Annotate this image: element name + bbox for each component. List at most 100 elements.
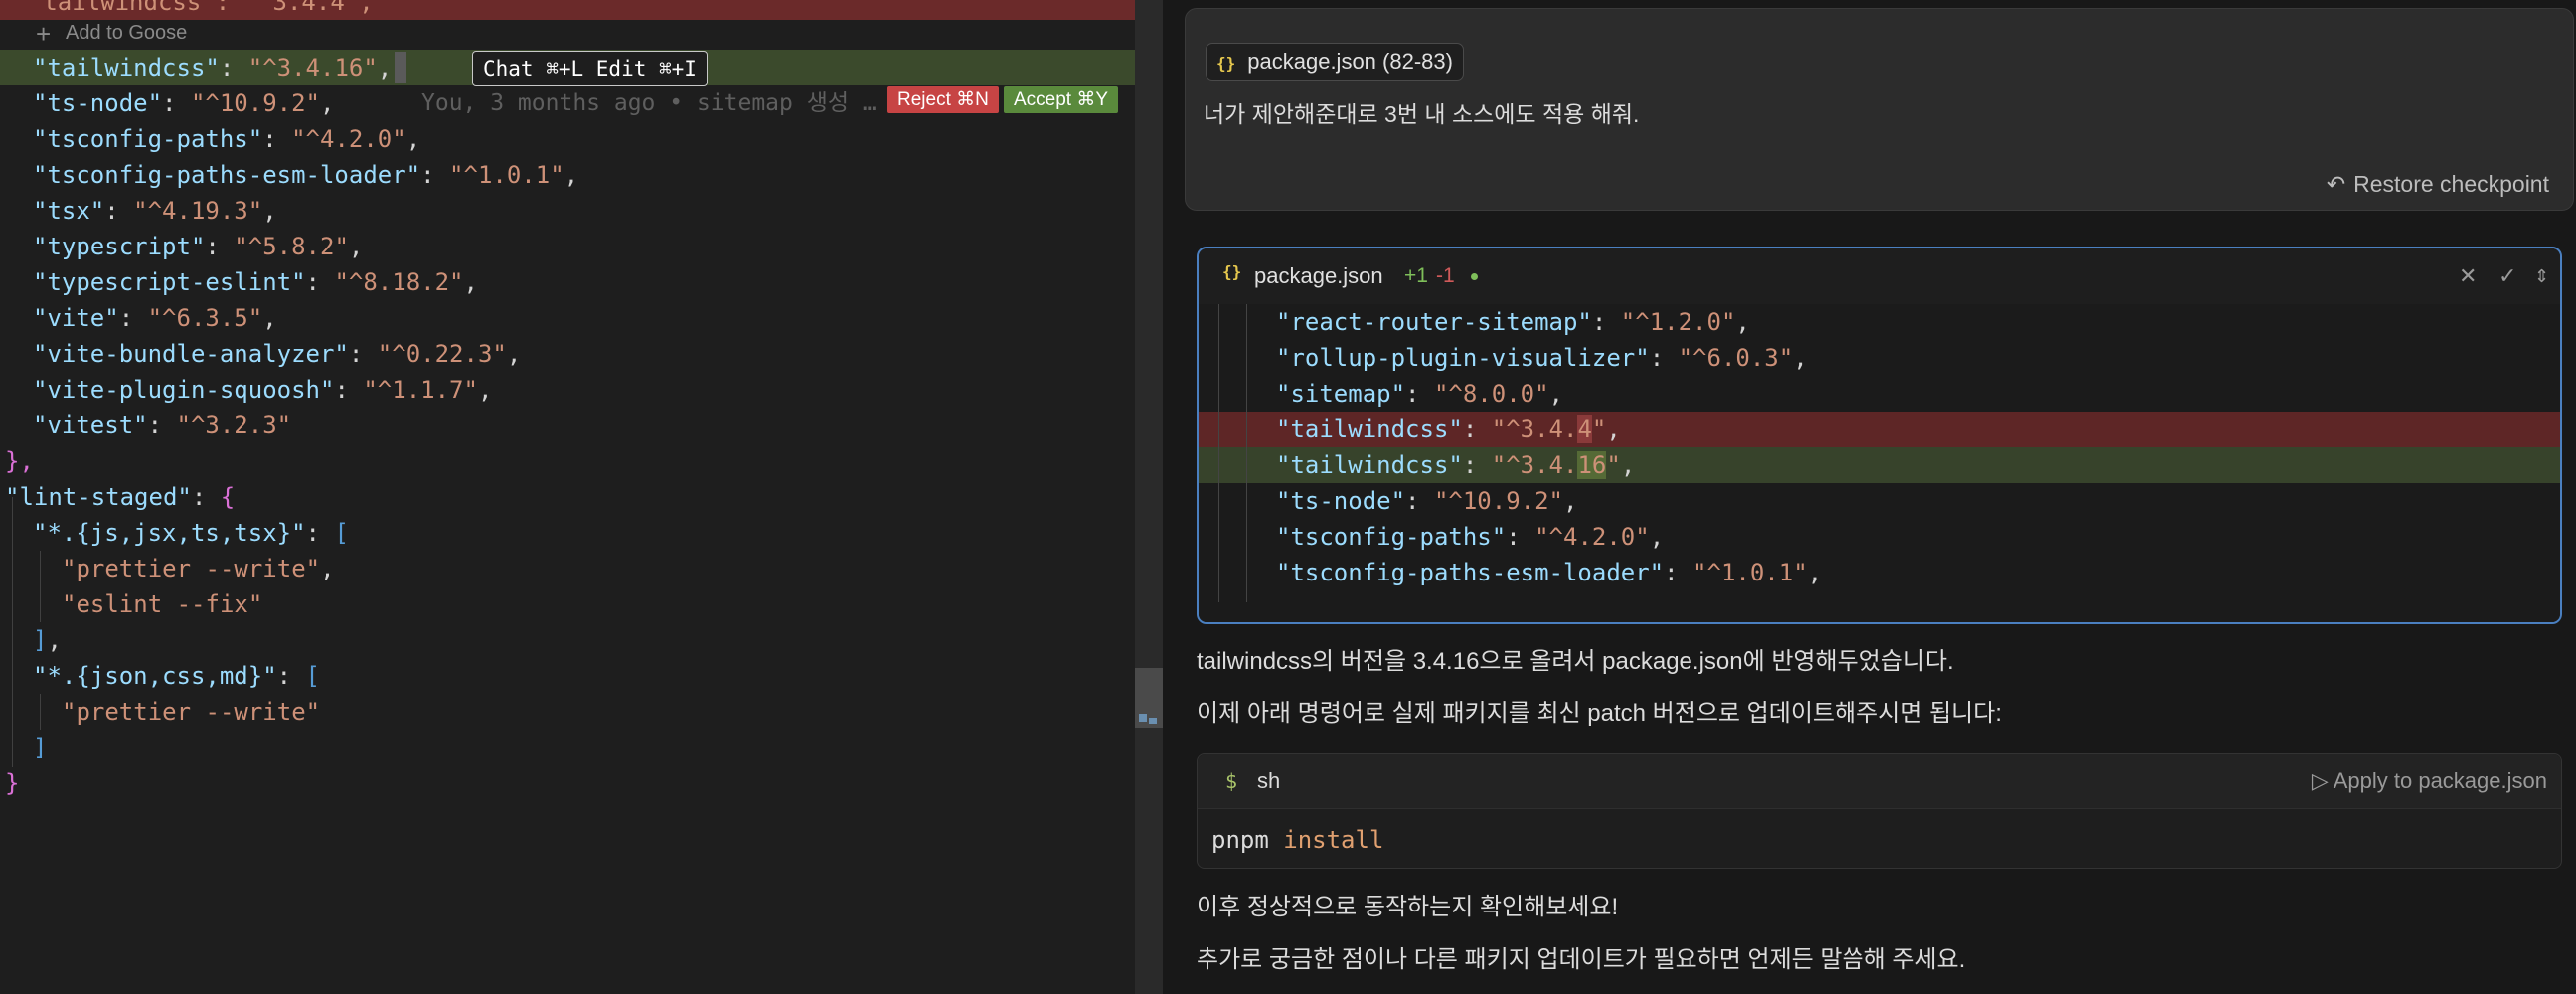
- code-line: "tsconfig-paths": "^4.2.0",: [0, 121, 1135, 157]
- json-key: "*.{js,jsx,ts,tsx}": [33, 519, 306, 547]
- line-text: "ts-node": "^10.9.2",: [33, 85, 334, 121]
- colon: :: [420, 161, 450, 189]
- line-text: "prettier --write",: [62, 551, 335, 586]
- comma: ,: [1563, 487, 1578, 515]
- colon: :: [162, 89, 191, 117]
- diff-line-text: "rollup-plugin-visualizer": "^6.0.3",: [1276, 340, 1808, 376]
- line-text: "eslint --fix": [62, 586, 262, 622]
- code-line: "prettier --write",: [0, 551, 1135, 586]
- accept-button[interactable]: Accept ⌘Y: [1004, 86, 1119, 113]
- indent-guide: [40, 551, 41, 622]
- open-brace: {: [220, 483, 236, 511]
- play-icon: ▷: [2311, 768, 2334, 793]
- json-key: "tsconfig-paths-esm-loader": [33, 161, 421, 189]
- close-brace: },: [5, 447, 34, 475]
- json-key: "ts-node": [1276, 487, 1406, 515]
- code-line: },: [0, 443, 1135, 479]
- context-file-chip[interactable]: {} package.json (82-83): [1206, 43, 1464, 81]
- json-key: "tsx": [33, 197, 105, 225]
- reject-button[interactable]: Reject ⌘N: [887, 86, 999, 113]
- comma: ,: [564, 161, 579, 189]
- comma: ,: [506, 340, 522, 368]
- json-value: "^4.2.0": [291, 125, 406, 153]
- code-editor[interactable]: "tailwindcss": "^3.4.4", + Add to Goose "…: [0, 0, 1135, 994]
- code-language: sh: [1257, 768, 1281, 793]
- diff-line-text: "tsconfig-paths": "^4.2.0",: [1276, 519, 1664, 555]
- colon: :: [191, 483, 221, 511]
- json-value: "^1.0.1": [449, 161, 564, 189]
- restore-checkpoint-label: Restore checkpoint: [2353, 171, 2549, 197]
- minimap-marker: [1139, 714, 1147, 722]
- comma: ,: [1807, 559, 1823, 586]
- diff-card[interactable]: {} package.json +1 -1 ✕ ✓ ⇕ "react-route…: [1197, 247, 2562, 624]
- code-line: "lint-staged": {: [0, 479, 1135, 515]
- user-message-card[interactable]: {} package.json (82-83) 너가 제안해준대로 3번 내 소스…: [1185, 8, 2574, 211]
- json-value: "^8.18.2": [334, 268, 464, 296]
- json-value: "^10.9.2": [1433, 487, 1563, 515]
- assistant-reply-2: 이제 아래 명령어로 실제 패키지를 최신 patch 버전으로 업데이트해주시…: [1197, 700, 2002, 727]
- removed-line-text: "tailwindcss": "^3.4.4",: [0, 0, 374, 16]
- expand-collapse-icon[interactable]: ⇕: [2534, 260, 2549, 292]
- open-bracket: [: [305, 662, 320, 690]
- json-value: "prettier --write": [62, 698, 321, 726]
- line-text: },: [5, 443, 34, 479]
- add-to-goose-button[interactable]: + Add to Goose: [36, 18, 187, 48]
- colon: :: [1462, 451, 1492, 479]
- colon: :: [305, 519, 335, 547]
- apply-to-file-button[interactable]: ▷ Apply to package.json: [2312, 766, 2547, 796]
- line-text: "prettier --write": [62, 694, 320, 730]
- colon: :: [1506, 523, 1535, 551]
- json-key: "vite": [33, 304, 119, 332]
- line-text: "vite": "^6.3.5",: [33, 300, 277, 336]
- diff-line: "rollup-plugin-visualizer": "^6.0.3",: [1199, 340, 2560, 376]
- colon: :: [334, 376, 364, 404]
- json-value: "^6.3.5": [147, 304, 263, 332]
- json-value: "^1.2.0": [1620, 308, 1736, 336]
- comma: ,: [477, 376, 493, 404]
- code-block-header: $ sh ▷ Apply to package.json: [1198, 754, 2561, 809]
- assistant-reply-3: 이후 정상적으로 동작하는지 확인해보세요!: [1197, 894, 1619, 920]
- code-line: ],: [0, 622, 1135, 658]
- diff-line-text: "react-router-sitemap": "^1.2.0",: [1276, 304, 1750, 340]
- restore-checkpoint-button[interactable]: ↶ Restore checkpoint: [2327, 166, 2549, 202]
- code-line: }: [0, 765, 1135, 801]
- git-blame-annotation: You, 3 months ago • sitemap 생성 …: [421, 90, 877, 116]
- diff-line-text: "tailwindcss": "^3.4.16",: [1276, 447, 1635, 483]
- indent-guide: [1246, 304, 1247, 602]
- json-key: "ts-node": [33, 89, 163, 117]
- json-key: "tailwindcss": [1276, 415, 1463, 443]
- close-bracket: ]: [33, 626, 48, 654]
- close-icon[interactable]: ✕: [2459, 260, 2477, 292]
- assistant-reply-4: 추가로 궁금한 점이나 다른 패키지 업데이트가 필요하면 언제든 말씀해 주세…: [1197, 946, 1966, 973]
- code-line: "*.{json,css,md}": [: [0, 658, 1135, 694]
- json-value: "^6.0.3": [1678, 344, 1794, 372]
- indent-guide: [40, 694, 41, 730]
- line-text: "vitest": "^3.2.3": [33, 408, 291, 443]
- json-key: "tailwindcss": [33, 54, 220, 82]
- indent-guide: [12, 497, 13, 767]
- line-text: "tsconfig-paths-esm-loader": "^1.0.1",: [33, 157, 578, 193]
- line-text: "*.{js,jsx,ts,tsx}": [: [33, 515, 349, 551]
- diff-line: "tsconfig-paths-esm-loader": "^1.0.1",: [1199, 555, 2560, 590]
- check-icon[interactable]: ✓: [2498, 260, 2516, 292]
- json-value: "^1.0.1": [1692, 559, 1808, 586]
- changed-chars: 4: [1577, 415, 1592, 443]
- code-block[interactable]: $ sh ▷ Apply to package.json pnpm instal…: [1197, 753, 2562, 869]
- line-text: "vite-plugin-squoosh": "^1.1.7",: [33, 372, 492, 408]
- chat-edit-hint[interactable]: Chat ⌘+L Edit ⌘+I: [472, 51, 708, 86]
- terminal-icon: $: [1225, 769, 1238, 793]
- diff-line-text: "tsconfig-paths-esm-loader": "^1.0.1",: [1276, 555, 1822, 590]
- comma: ,: [320, 555, 335, 582]
- json-value: "^3.4.: [1491, 415, 1578, 443]
- line-text: "typescript-eslint": "^8.18.2",: [33, 264, 478, 300]
- code-line: "vite-bundle-analyzer": "^0.22.3",: [0, 336, 1135, 372]
- diff-header: {} package.json +1 -1 ✕ ✓ ⇕: [1199, 248, 2560, 304]
- diff-filename[interactable]: package.json: [1254, 260, 1383, 292]
- json-key: "tsconfig-paths": [1276, 523, 1507, 551]
- editor-scrollbar[interactable]: [1135, 0, 1163, 994]
- context-file-label: package.json (82-83): [1247, 49, 1453, 74]
- open-bracket: [: [334, 519, 349, 547]
- comma: ,: [463, 268, 478, 296]
- line-text: ],: [33, 622, 62, 658]
- colon: :: [1405, 487, 1434, 515]
